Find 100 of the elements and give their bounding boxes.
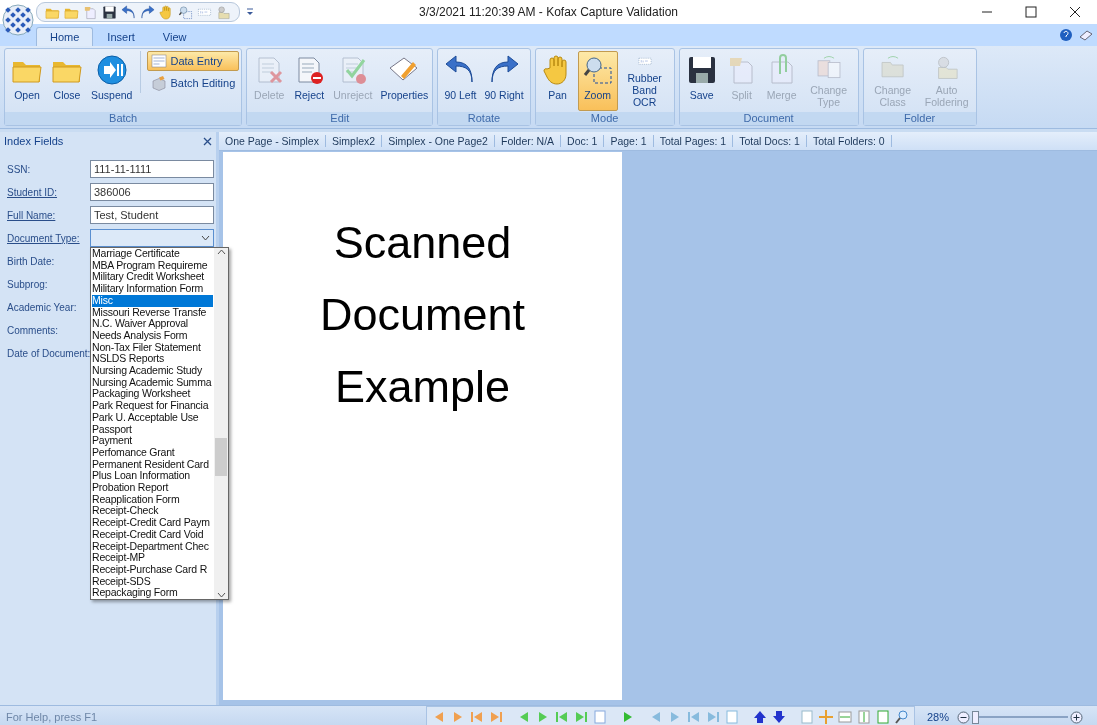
- play-pause-icon: [95, 54, 128, 86]
- dropdown-option[interactable]: Misc: [92, 294, 214, 307]
- slider-thumb[interactable]: [971, 710, 979, 724]
- fit-width-icon[interactable]: [837, 709, 853, 725]
- ribbon-button[interactable]: Rubber Band OCR: [617, 51, 672, 111]
- dropdown-option[interactable]: Receipt-Credit Card Void: [92, 528, 214, 541]
- dropdown-option[interactable]: Repackaging Form: [92, 587, 214, 600]
- up-arrow-icon[interactable]: [752, 709, 768, 725]
- ribbon-button[interactable]: Reject: [289, 51, 330, 111]
- magnifier-icon: [581, 54, 614, 86]
- dropdown-field[interactable]: [90, 229, 214, 247]
- close-icon[interactable]: [203, 136, 212, 146]
- info-item: Page: 1: [604, 135, 654, 147]
- input-field[interactable]: 111-11-1111: [90, 160, 214, 178]
- ribbon-button[interactable]: Pan: [537, 51, 578, 111]
- scroll-down-icon[interactable]: [216, 590, 226, 600]
- first-arrow-icon[interactable]: [686, 709, 702, 725]
- first-arrow-icon[interactable]: [554, 709, 570, 725]
- zoom-out-icon[interactable]: [957, 710, 971, 724]
- ribbon-button[interactable]: Open: [7, 51, 47, 111]
- dropdown-option[interactable]: Receipt-Purchase Card R: [92, 564, 214, 576]
- ribbon-tab[interactable]: Insert: [93, 27, 149, 46]
- magnifier-icon: [178, 4, 193, 20]
- dropdown-option[interactable]: Missouri Reverse Transfe: [92, 306, 214, 319]
- ribbon-tab[interactable]: Home: [36, 27, 94, 46]
- field-label: Birth Date:: [7, 255, 56, 267]
- dropdown-option[interactable]: Military Information Form: [92, 283, 214, 295]
- gear-folder-icon: [216, 4, 231, 20]
- help-icon[interactable]: [1059, 28, 1073, 42]
- fit-height-icon[interactable]: [856, 709, 872, 725]
- ribbon-button[interactable]: Batch Editing: [147, 73, 240, 93]
- page-icon[interactable]: [799, 709, 815, 725]
- ribbon-button[interactable]: Save: [681, 51, 722, 111]
- dropdown-option[interactable]: Plus Loan Information: [92, 470, 214, 483]
- field-link[interactable]: Document Type:: [7, 232, 90, 244]
- ribbon-button[interactable]: Suspend: [87, 51, 137, 111]
- dropdown-option[interactable]: Military Credit Worksheet: [92, 271, 214, 284]
- hand-icon: [159, 4, 174, 20]
- info-item: One Page - Simplex: [219, 135, 326, 147]
- dropdown-option[interactable]: NSLDS Reports: [92, 353, 214, 366]
- dropdown-option[interactable]: Perfomance Grant: [92, 446, 214, 459]
- close-button[interactable]: [1069, 6, 1081, 18]
- dropdown-option[interactable]: Needs Analysis Form: [92, 329, 214, 342]
- input-field[interactable]: Test, Student: [90, 206, 214, 224]
- dropdown-option[interactable]: Reapplication Form: [92, 493, 214, 506]
- dropdown-option[interactable]: Nursing Academic Summa: [92, 376, 214, 389]
- undo-arrow-icon: [121, 4, 136, 20]
- dropdown-option[interactable]: Receipt-MP: [92, 552, 214, 564]
- dropdown-option[interactable]: Receipt-Credit Card Paym: [92, 517, 214, 529]
- dropdown-option[interactable]: Non-Tax Filer Statement: [92, 341, 214, 354]
- dropdown-option[interactable]: Permanent Resident Card: [92, 458, 214, 471]
- ribbon-button[interactable]: 90 Right: [480, 51, 528, 111]
- page-icon[interactable]: [592, 709, 608, 725]
- field-label: Date of Document:: [7, 347, 90, 359]
- ribbon-tab[interactable]: View: [148, 27, 201, 46]
- dropdown-option[interactable]: Payment: [92, 435, 214, 447]
- zoom-slider[interactable]: [972, 710, 1069, 724]
- dropdown-option[interactable]: Packaging Worksheet: [92, 388, 214, 401]
- field-label: Comments:: [7, 324, 60, 336]
- info-item: Total Docs: 1: [733, 135, 807, 147]
- field-link[interactable]: Full Name:: [7, 209, 90, 221]
- info-item: Simplex - One Page2: [382, 135, 495, 147]
- dropdown-option[interactable]: N.C. Waiver Approval: [92, 318, 214, 330]
- group-label: Rotate: [438, 112, 530, 125]
- box-icon: [151, 75, 168, 91]
- scroll-up-icon[interactable]: [216, 248, 226, 257]
- dropdown-option[interactable]: Park U. Acceptable Use: [92, 411, 214, 424]
- form-icon: [151, 53, 168, 69]
- scrollbar[interactable]: [214, 248, 229, 600]
- ribbon-button[interactable]: Data Entry: [147, 51, 240, 71]
- magnifier-icon[interactable]: [894, 709, 910, 725]
- dropdown-option[interactable]: Receipt-Department Chec: [92, 540, 214, 553]
- scroll-thumb[interactable]: [215, 438, 228, 476]
- last-arrow-icon[interactable]: [705, 709, 721, 725]
- ribbon-button[interactable]: 90 Left: [440, 51, 481, 111]
- input-field[interactable]: 386006: [90, 183, 214, 201]
- field-label: Academic Year:: [7, 301, 78, 313]
- fit-icon[interactable]: [818, 709, 834, 725]
- caret-icon[interactable]: [246, 8, 254, 16]
- dropdown-option[interactable]: Marriage Certificate: [92, 248, 214, 260]
- dropdown-option[interactable]: Nursing Academic Study: [92, 365, 214, 377]
- field-link[interactable]: Student ID:: [7, 186, 90, 198]
- dropdown-option[interactable]: MBA Program Requireme: [92, 259, 214, 272]
- dropdown-option[interactable]: Receipt-Check: [92, 505, 214, 518]
- zoom-in-icon[interactable]: [1070, 710, 1084, 724]
- first-arrow-icon[interactable]: [469, 709, 485, 725]
- ribbon-button[interactable]: Zoom: [577, 51, 618, 111]
- dropdown-option[interactable]: Park Request for Financia: [92, 400, 214, 412]
- dropdown-option[interactable]: Passport: [92, 423, 214, 436]
- page-icon[interactable]: [724, 709, 740, 725]
- dropdown-option[interactable]: Receipt-SDS: [92, 575, 214, 588]
- last-arrow-icon[interactable]: [573, 709, 589, 725]
- last-arrow-icon[interactable]: [488, 709, 504, 725]
- ribbon-button[interactable]: Close: [47, 51, 87, 111]
- field-label: Subprog:: [7, 278, 49, 290]
- down-arrow-icon[interactable]: [771, 709, 787, 725]
- group-label: Mode: [535, 112, 674, 125]
- dropdown-option[interactable]: Probation Report: [92, 482, 214, 494]
- ribbon-button[interactable]: Properties: [376, 51, 431, 111]
- maximize-button[interactable]: [1025, 6, 1037, 18]
